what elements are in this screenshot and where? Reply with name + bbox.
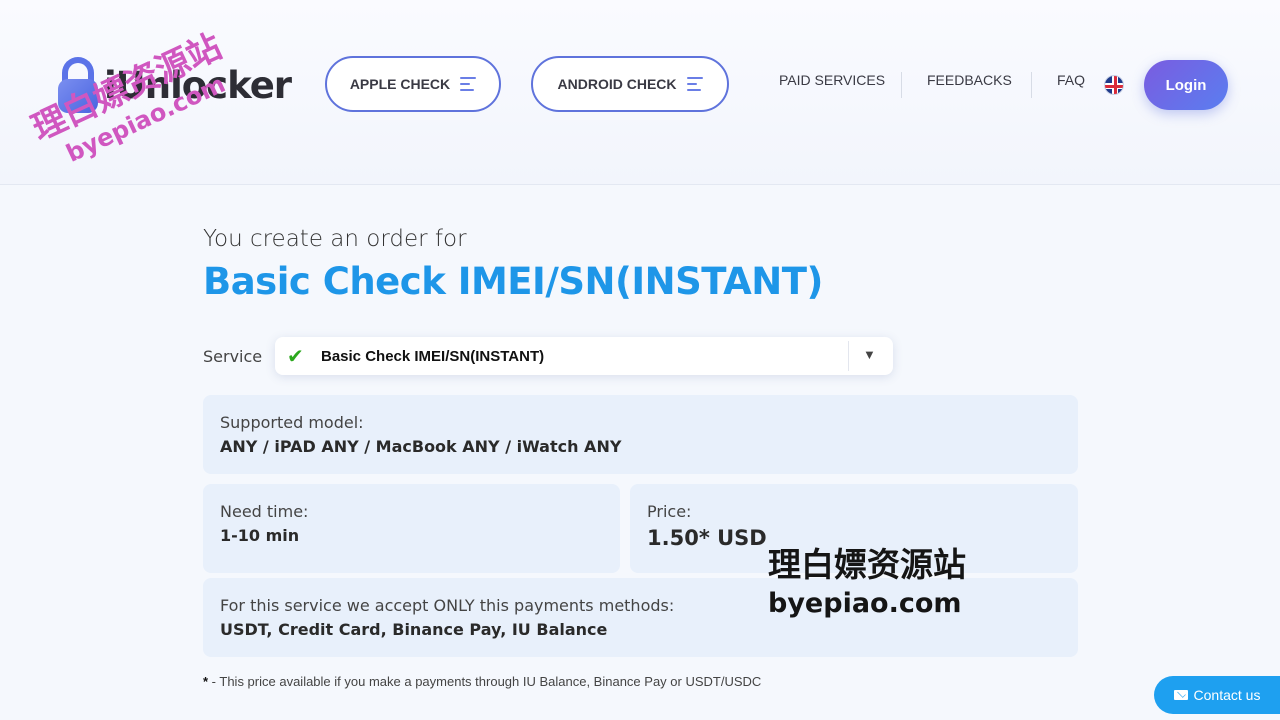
nav-feedbacks[interactable]: FEEDBACKS [927, 72, 1012, 88]
checkmark-icon: ✔ [287, 345, 304, 368]
apple-check-button[interactable]: APPLE CHECK [325, 56, 501, 112]
login-button[interactable]: Login [1144, 60, 1228, 110]
footnote-text: - This price available if you make a pay… [208, 674, 762, 689]
need-time-value: 1-10 min [220, 526, 300, 545]
supported-model-label: Supported model: [220, 413, 364, 432]
supported-model-card: Supported model: ANY / iPAD ANY / MacBoo… [203, 395, 1078, 474]
logo[interactable]: iUnlocker [58, 52, 292, 118]
supported-model-value: ANY / iPAD ANY / MacBook ANY / iWatch AN… [220, 437, 622, 456]
watermark-url: byepiao.com [768, 588, 962, 619]
service-label: Service [203, 347, 263, 366]
contact-us-button[interactable]: Contact us [1154, 676, 1280, 714]
nav-faq[interactable]: FAQ [1057, 72, 1085, 88]
payments-value: USDT, Credit Card, Binance Pay, IU Balan… [220, 620, 608, 639]
price-label: Price: [647, 502, 692, 521]
nav-divider [901, 72, 902, 98]
need-time-label: Need time: [220, 502, 309, 521]
uk-flag-icon[interactable] [1104, 75, 1124, 95]
service-selected-value: Basic Check IMEI/SN(INSTANT) [321, 347, 545, 365]
contact-us-label: Contact us [1193, 687, 1261, 703]
select-divider [848, 341, 849, 371]
lock-icon [58, 55, 98, 115]
watermark-cn: 理白嫖资源站 [768, 545, 966, 584]
nav-paid-services[interactable]: PAID SERVICES [779, 72, 885, 88]
order-intro: You create an order for [203, 226, 467, 252]
nav-divider [1031, 72, 1032, 98]
chevron-down-icon[interactable]: ▼ [863, 347, 876, 362]
logo-text: iUnlocker [104, 63, 292, 107]
need-time-card: Need time: 1-10 min [203, 484, 620, 573]
page-title: Basic Check IMEI/SN(INSTANT) [203, 260, 823, 303]
menu-bars-icon [460, 77, 477, 91]
apple-check-label: APPLE CHECK [349, 76, 451, 92]
envelope-icon [1173, 690, 1188, 700]
service-select[interactable]: ✔ Basic Check IMEI/SN(INSTANT) ▼ [275, 337, 893, 375]
menu-bars-icon [686, 77, 703, 91]
site-header: iUnlocker APPLE CHECK ANDROID CHECK PAID… [0, 0, 1280, 185]
price-footnote: * - This price available if you make a p… [203, 674, 761, 689]
android-check-button[interactable]: ANDROID CHECK [531, 56, 729, 112]
android-check-label: ANDROID CHECK [557, 76, 677, 92]
